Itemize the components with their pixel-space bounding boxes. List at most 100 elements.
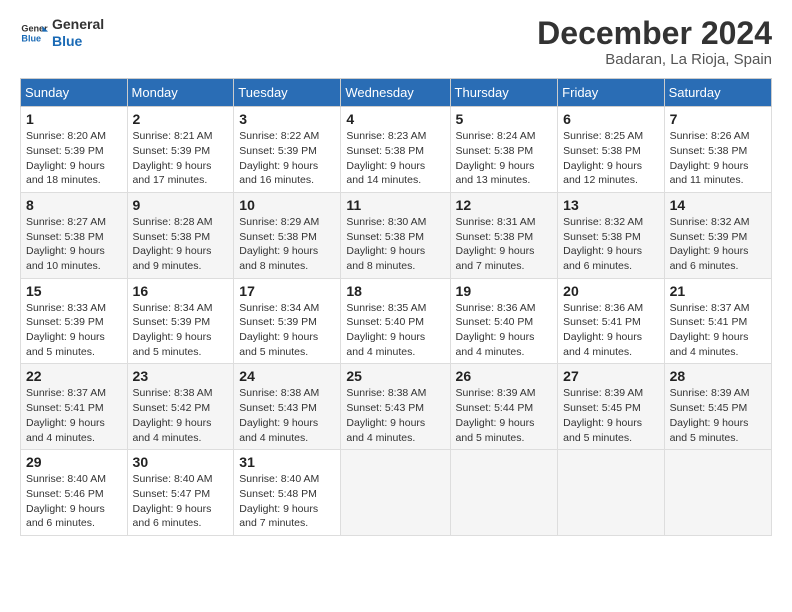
day-number: 3 bbox=[239, 111, 335, 127]
day-number: 5 bbox=[456, 111, 553, 127]
logo-line1: General bbox=[52, 16, 104, 33]
calendar-cell: 24 Sunrise: 8:38 AM Sunset: 5:43 PM Dayl… bbox=[234, 364, 341, 450]
day-number: 6 bbox=[563, 111, 658, 127]
day-info: Sunrise: 8:31 AM Sunset: 5:38 PM Dayligh… bbox=[456, 215, 553, 274]
calendar-cell: 30 Sunrise: 8:40 AM Sunset: 5:47 PM Dayl… bbox=[127, 450, 234, 536]
day-info: Sunrise: 8:37 AM Sunset: 5:41 PM Dayligh… bbox=[670, 301, 766, 360]
calendar-cell: 26 Sunrise: 8:39 AM Sunset: 5:44 PM Dayl… bbox=[450, 364, 558, 450]
day-info: Sunrise: 8:39 AM Sunset: 5:44 PM Dayligh… bbox=[456, 386, 553, 445]
day-number: 8 bbox=[26, 197, 122, 213]
day-info: Sunrise: 8:22 AM Sunset: 5:39 PM Dayligh… bbox=[239, 129, 335, 188]
page-container: General Blue General Blue December 2024 … bbox=[0, 0, 792, 546]
day-number: 19 bbox=[456, 283, 553, 299]
day-number: 26 bbox=[456, 368, 553, 384]
calendar-cell: 2 Sunrise: 8:21 AM Sunset: 5:39 PM Dayli… bbox=[127, 107, 234, 193]
calendar-cell: 8 Sunrise: 8:27 AM Sunset: 5:38 PM Dayli… bbox=[21, 192, 128, 278]
calendar-week-row: 22 Sunrise: 8:37 AM Sunset: 5:41 PM Dayl… bbox=[21, 364, 772, 450]
calendar-cell: 13 Sunrise: 8:32 AM Sunset: 5:38 PM Dayl… bbox=[558, 192, 664, 278]
calendar-cell bbox=[450, 450, 558, 536]
calendar-cell: 19 Sunrise: 8:36 AM Sunset: 5:40 PM Dayl… bbox=[450, 278, 558, 364]
day-number: 20 bbox=[563, 283, 658, 299]
calendar-cell: 29 Sunrise: 8:40 AM Sunset: 5:46 PM Dayl… bbox=[21, 450, 128, 536]
day-info: Sunrise: 8:34 AM Sunset: 5:39 PM Dayligh… bbox=[239, 301, 335, 360]
day-number: 23 bbox=[133, 368, 229, 384]
calendar-cell: 21 Sunrise: 8:37 AM Sunset: 5:41 PM Dayl… bbox=[664, 278, 771, 364]
day-info: Sunrise: 8:40 AM Sunset: 5:47 PM Dayligh… bbox=[133, 472, 229, 531]
calendar-cell: 27 Sunrise: 8:39 AM Sunset: 5:45 PM Dayl… bbox=[558, 364, 664, 450]
calendar-cell: 11 Sunrise: 8:30 AM Sunset: 5:38 PM Dayl… bbox=[341, 192, 450, 278]
location: Badaran, La Rioja, Spain bbox=[537, 51, 772, 68]
calendar-body: 1 Sunrise: 8:20 AM Sunset: 5:39 PM Dayli… bbox=[21, 107, 772, 536]
col-saturday: Saturday bbox=[664, 79, 771, 107]
calendar-cell bbox=[558, 450, 664, 536]
calendar-table: Sunday Monday Tuesday Wednesday Thursday… bbox=[20, 78, 772, 536]
col-monday: Monday bbox=[127, 79, 234, 107]
col-wednesday: Wednesday bbox=[341, 79, 450, 107]
calendar-cell: 31 Sunrise: 8:40 AM Sunset: 5:48 PM Dayl… bbox=[234, 450, 341, 536]
col-tuesday: Tuesday bbox=[234, 79, 341, 107]
day-number: 22 bbox=[26, 368, 122, 384]
day-info: Sunrise: 8:40 AM Sunset: 5:46 PM Dayligh… bbox=[26, 472, 122, 531]
day-number: 1 bbox=[26, 111, 122, 127]
day-number: 12 bbox=[456, 197, 553, 213]
day-number: 31 bbox=[239, 454, 335, 470]
calendar-cell bbox=[341, 450, 450, 536]
day-number: 25 bbox=[346, 368, 444, 384]
day-info: Sunrise: 8:39 AM Sunset: 5:45 PM Dayligh… bbox=[563, 386, 658, 445]
day-number: 7 bbox=[670, 111, 766, 127]
calendar-cell: 16 Sunrise: 8:34 AM Sunset: 5:39 PM Dayl… bbox=[127, 278, 234, 364]
calendar-cell: 18 Sunrise: 8:35 AM Sunset: 5:40 PM Dayl… bbox=[341, 278, 450, 364]
calendar-cell: 10 Sunrise: 8:29 AM Sunset: 5:38 PM Dayl… bbox=[234, 192, 341, 278]
day-number: 11 bbox=[346, 197, 444, 213]
day-info: Sunrise: 8:28 AM Sunset: 5:38 PM Dayligh… bbox=[133, 215, 229, 274]
logo-icon: General Blue bbox=[20, 19, 48, 47]
calendar-cell: 7 Sunrise: 8:26 AM Sunset: 5:38 PM Dayli… bbox=[664, 107, 771, 193]
calendar-cell bbox=[664, 450, 771, 536]
calendar-cell: 12 Sunrise: 8:31 AM Sunset: 5:38 PM Dayl… bbox=[450, 192, 558, 278]
day-info: Sunrise: 8:27 AM Sunset: 5:38 PM Dayligh… bbox=[26, 215, 122, 274]
day-info: Sunrise: 8:40 AM Sunset: 5:48 PM Dayligh… bbox=[239, 472, 335, 531]
day-number: 13 bbox=[563, 197, 658, 213]
day-info: Sunrise: 8:38 AM Sunset: 5:42 PM Dayligh… bbox=[133, 386, 229, 445]
day-number: 30 bbox=[133, 454, 229, 470]
day-number: 9 bbox=[133, 197, 229, 213]
day-info: Sunrise: 8:29 AM Sunset: 5:38 PM Dayligh… bbox=[239, 215, 335, 274]
day-number: 15 bbox=[26, 283, 122, 299]
calendar-cell: 9 Sunrise: 8:28 AM Sunset: 5:38 PM Dayli… bbox=[127, 192, 234, 278]
calendar-header-row: Sunday Monday Tuesday Wednesday Thursday… bbox=[21, 79, 772, 107]
day-info: Sunrise: 8:38 AM Sunset: 5:43 PM Dayligh… bbox=[346, 386, 444, 445]
calendar-week-row: 15 Sunrise: 8:33 AM Sunset: 5:39 PM Dayl… bbox=[21, 278, 772, 364]
day-number: 2 bbox=[133, 111, 229, 127]
col-sunday: Sunday bbox=[21, 79, 128, 107]
logo-line2: Blue bbox=[52, 33, 104, 50]
day-info: Sunrise: 8:36 AM Sunset: 5:41 PM Dayligh… bbox=[563, 301, 658, 360]
calendar-cell: 5 Sunrise: 8:24 AM Sunset: 5:38 PM Dayli… bbox=[450, 107, 558, 193]
day-info: Sunrise: 8:37 AM Sunset: 5:41 PM Dayligh… bbox=[26, 386, 122, 445]
col-friday: Friday bbox=[558, 79, 664, 107]
day-info: Sunrise: 8:25 AM Sunset: 5:38 PM Dayligh… bbox=[563, 129, 658, 188]
calendar-cell: 14 Sunrise: 8:32 AM Sunset: 5:39 PM Dayl… bbox=[664, 192, 771, 278]
calendar-week-row: 29 Sunrise: 8:40 AM Sunset: 5:46 PM Dayl… bbox=[21, 450, 772, 536]
day-info: Sunrise: 8:34 AM Sunset: 5:39 PM Dayligh… bbox=[133, 301, 229, 360]
day-info: Sunrise: 8:20 AM Sunset: 5:39 PM Dayligh… bbox=[26, 129, 122, 188]
day-info: Sunrise: 8:24 AM Sunset: 5:38 PM Dayligh… bbox=[456, 129, 553, 188]
day-info: Sunrise: 8:35 AM Sunset: 5:40 PM Dayligh… bbox=[346, 301, 444, 360]
calendar-cell: 20 Sunrise: 8:36 AM Sunset: 5:41 PM Dayl… bbox=[558, 278, 664, 364]
title-block: December 2024 Badaran, La Rioja, Spain bbox=[537, 16, 772, 68]
day-info: Sunrise: 8:38 AM Sunset: 5:43 PM Dayligh… bbox=[239, 386, 335, 445]
calendar-cell: 15 Sunrise: 8:33 AM Sunset: 5:39 PM Dayl… bbox=[21, 278, 128, 364]
day-number: 21 bbox=[670, 283, 766, 299]
calendar-week-row: 8 Sunrise: 8:27 AM Sunset: 5:38 PM Dayli… bbox=[21, 192, 772, 278]
day-info: Sunrise: 8:32 AM Sunset: 5:39 PM Dayligh… bbox=[670, 215, 766, 274]
day-number: 17 bbox=[239, 283, 335, 299]
day-info: Sunrise: 8:39 AM Sunset: 5:45 PM Dayligh… bbox=[670, 386, 766, 445]
logo: General Blue General Blue bbox=[20, 16, 104, 50]
day-number: 27 bbox=[563, 368, 658, 384]
day-info: Sunrise: 8:26 AM Sunset: 5:38 PM Dayligh… bbox=[670, 129, 766, 188]
day-info: Sunrise: 8:23 AM Sunset: 5:38 PM Dayligh… bbox=[346, 129, 444, 188]
day-number: 28 bbox=[670, 368, 766, 384]
day-info: Sunrise: 8:36 AM Sunset: 5:40 PM Dayligh… bbox=[456, 301, 553, 360]
calendar-cell: 17 Sunrise: 8:34 AM Sunset: 5:39 PM Dayl… bbox=[234, 278, 341, 364]
day-info: Sunrise: 8:33 AM Sunset: 5:39 PM Dayligh… bbox=[26, 301, 122, 360]
svg-text:Blue: Blue bbox=[21, 33, 41, 43]
